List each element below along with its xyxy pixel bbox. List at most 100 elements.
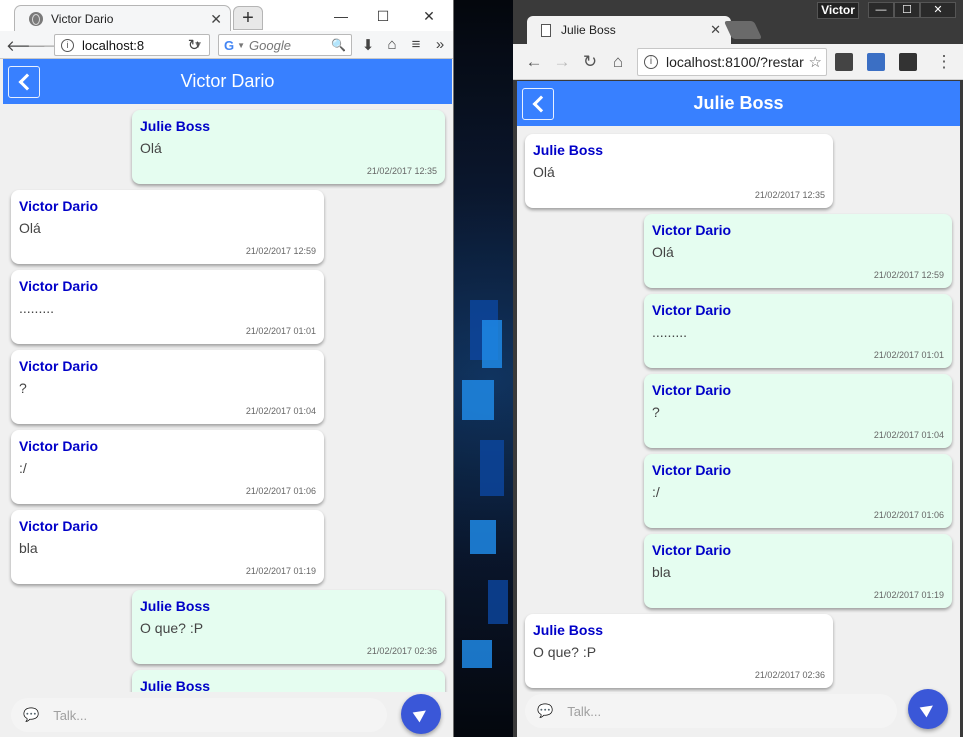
reload-icon[interactable]: ↻ [184,36,204,54]
message-sender: Victor Dario [19,278,99,294]
send-icon [412,705,430,723]
message-sender: Victor Dario [19,438,99,454]
message-time: 21/02/2017 01:04 [873,430,944,440]
omnibox[interactable]: i localhost:8100/?restar ☆ [637,48,827,76]
message-bubble: Julie Boss O que? :P 21/02/2017 02:36 [525,614,833,688]
forward-arrow-icon[interactable]: → [551,51,573,73]
message-text: Olá [19,220,41,236]
info-icon[interactable]: i [644,55,658,69]
firefox-toolbar: 🡐 🡒 i localhost:8 ▼ ↻ G ▼ Google 🔍 ⬇ ⌂ ≡… [0,31,453,59]
back-arrow-icon[interactable]: ← [523,51,545,73]
url-text: localhost:8 [82,37,145,53]
chat-bubble-icon: 💬 [537,703,554,718]
send-button[interactable] [908,689,948,729]
profile-button[interactable]: Victor [817,2,859,19]
message-time: 21/02/2017 12:35 [366,166,437,176]
message-bubble: Victor Dario ......... 21/02/2017 01:01 [644,294,952,368]
message-input[interactable]: 💬 Talk... [525,694,897,728]
message-time: 21/02/2017 01:06 [873,510,944,520]
message-bubble: Julie Boss Olá 21/02/2017 12:35 [132,110,445,184]
chrome-window: Julie Boss ✕ Victor — ☐ ✕ ← → ↻ ⌂ i loca… [513,0,963,737]
message-list: Julie Boss Olá 21/02/2017 12:35 Victor D… [3,104,452,692]
message-sender: Victor Dario [652,382,732,398]
firefox-tab-title: Victor Dario [51,12,114,26]
extension-icon[interactable] [835,53,853,71]
message-bubble: Victor Dario ? 21/02/2017 01:04 [11,350,324,424]
minimize-icon[interactable]: — [326,6,356,26]
message-sender: Victor Dario [19,198,99,214]
message-text: Olá [533,164,555,180]
close-tab-icon[interactable]: ✕ [210,11,222,28]
message-text: bla [19,540,38,556]
close-window-icon[interactable]: ✕ [414,6,444,26]
menu-icon[interactable]: ⋮ [933,51,955,73]
close-window-icon[interactable]: ✕ [920,2,956,18]
message-time: 21/02/2017 02:36 [366,646,437,656]
message-bubble: Julie Boss Olá 21/02/2017 12:35 [525,134,833,208]
bookmark-star-icon[interactable]: ☆ [809,53,822,71]
message-bubble: Victor Dario Olá 21/02/2017 12:59 [11,190,324,264]
back-button[interactable] [8,66,40,98]
message-text: bla [652,564,671,580]
minimize-icon[interactable]: — [868,2,894,18]
maximize-icon[interactable]: ☐ [894,2,920,18]
home-icon[interactable]: ⌂ [607,51,629,73]
forward-arrow-icon[interactable]: 🡒 [27,36,67,55]
message-time: 21/02/2017 01:04 [245,406,316,416]
extension-icon[interactable] [899,53,917,71]
extension-icon[interactable] [867,53,885,71]
message-bubble: Victor Dario ? 21/02/2017 01:04 [644,374,952,448]
message-input[interactable]: 💬 Talk... [11,698,387,732]
globe-icon [29,12,43,26]
download-icon[interactable]: ⬇ [358,36,378,54]
message-time: 21/02/2017 01:06 [245,486,316,496]
message-text: Olá [140,140,162,156]
menu-icon[interactable]: ≡ [406,36,426,53]
message-time: 21/02/2017 01:19 [873,590,944,600]
chat-footer: 💬 Talk... [3,692,452,737]
message-sender: Julie Boss [533,622,604,638]
message-text: :/ [652,484,660,500]
info-icon[interactable]: i [61,38,74,52]
chrome-tab[interactable]: Julie Boss ✕ [527,16,731,44]
chat-header: Julie Boss [517,81,960,126]
close-tab-icon[interactable]: ✕ [710,22,721,38]
home-icon[interactable]: ⌂ [382,36,402,53]
new-tab-button[interactable]: + [233,6,263,30]
message-text: ? [19,380,27,396]
back-arrow-icon[interactable]: 🡐 [6,36,46,55]
message-sender: Julie Boss [140,678,211,692]
message-text: O que? :P [140,620,204,636]
message-bubble: Victor Dario ......... 21/02/2017 01:01 [11,270,324,344]
message-bubble: Victor Dario :/ 21/02/2017 01:06 [644,454,952,528]
message-sender: Victor Dario [652,302,732,318]
message-time: 21/02/2017 01:01 [245,326,316,336]
google-icon: G [224,37,235,53]
search-engine-dropdown-icon[interactable]: ▼ [237,41,245,50]
message-time: 21/02/2017 01:19 [245,566,316,576]
message-list: Julie Boss Olá 21/02/2017 12:35 Victor D… [517,126,960,692]
chat-title: Victor Dario [180,71,275,91]
message-input-placeholder: Talk... [567,703,602,719]
firefox-tab[interactable]: Victor Dario ✕ [14,5,231,32]
maximize-icon[interactable]: ☐ [368,6,398,26]
overflow-icon[interactable]: » [430,36,450,53]
message-input-placeholder: Talk... [53,707,88,723]
send-button[interactable] [401,694,441,734]
message-time: 21/02/2017 12:59 [873,270,944,280]
back-button[interactable] [522,88,554,120]
search-icon[interactable]: 🔍 [331,38,346,52]
send-icon [919,700,937,718]
message-sender: Julie Boss [140,598,211,614]
message-bubble: Julie Boss O que? :P 21/02/2017 02:36 [132,590,445,664]
chat-title: Julie Boss [693,93,784,113]
message-bubble: Julie Boss [132,670,445,692]
chrome-toolbar: ← → ↻ ⌂ i localhost:8100/?restar ☆ ⋮ [513,44,963,80]
search-bar[interactable]: G ▼ Google 🔍 [218,34,352,56]
message-time: 21/02/2017 02:36 [754,670,825,680]
message-text: :/ [19,460,27,476]
chat-footer: 💬 Talk... [517,689,960,737]
message-sender: Julie Boss [140,118,211,134]
reload-icon[interactable]: ↻ [579,51,601,73]
url-text: localhost:8100/?restar [666,54,804,70]
